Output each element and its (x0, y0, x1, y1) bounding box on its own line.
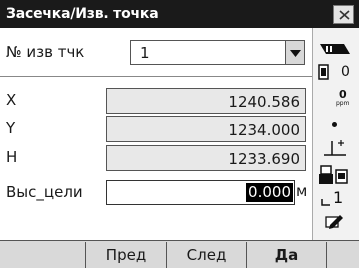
x-field: 1240.586 (106, 88, 306, 114)
window-title: Засечка/Изв. точка (6, 6, 159, 22)
line-icon (321, 199, 330, 206)
y-value: 1234.000 (228, 121, 300, 139)
target-height-value: 0.000 (246, 183, 293, 202)
h-field: 1233.690 (106, 145, 306, 171)
softkey-ok[interactable]: Да (247, 242, 327, 268)
close-button[interactable] (333, 5, 354, 24)
x-value: 1240.586 (228, 93, 300, 111)
point-label: № изв тчк (6, 43, 85, 61)
close-icon (339, 10, 350, 20)
point-dropdown-button[interactable] (285, 40, 305, 65)
softkey-prev[interactable]: Пред (86, 242, 167, 268)
softkey-prev-label: Пред (105, 246, 147, 264)
separator-line (0, 76, 312, 77)
mode-dot-icon (332, 122, 337, 127)
target-height-unit: м (296, 182, 308, 200)
prism-icon (318, 64, 329, 80)
softkey-ok-label: Да (274, 246, 299, 264)
softkey-1[interactable] (0, 242, 86, 268)
point-value: 1 (140, 44, 150, 62)
prism-constant-value: 0 (341, 64, 350, 80)
softkey-next[interactable]: След (167, 242, 247, 268)
ppm-unit: ppm (336, 100, 350, 107)
softkey-bar: Пред След Да (0, 240, 359, 268)
y-field: 1234.000 (106, 116, 306, 142)
status-sidebar (312, 28, 359, 240)
target-height-input[interactable]: 0.000 (106, 180, 295, 205)
y-label: Y (6, 119, 16, 137)
pencil-icon (325, 215, 343, 229)
title-bar: Засечка/Изв. точка (0, 0, 359, 28)
chevron-down-icon (290, 50, 301, 57)
line-number: 1 (333, 188, 344, 207)
point-combo[interactable]: 1 (130, 40, 304, 65)
instrument-icon (319, 165, 348, 184)
h-value: 1233.690 (228, 150, 300, 168)
x-label: X (6, 91, 17, 109)
softkey-next-label: След (186, 246, 227, 264)
h-label: H (6, 148, 18, 166)
tilt-icon (324, 140, 346, 156)
target-height-label: Выс_цели (6, 183, 83, 201)
signal-icon (320, 44, 350, 54)
